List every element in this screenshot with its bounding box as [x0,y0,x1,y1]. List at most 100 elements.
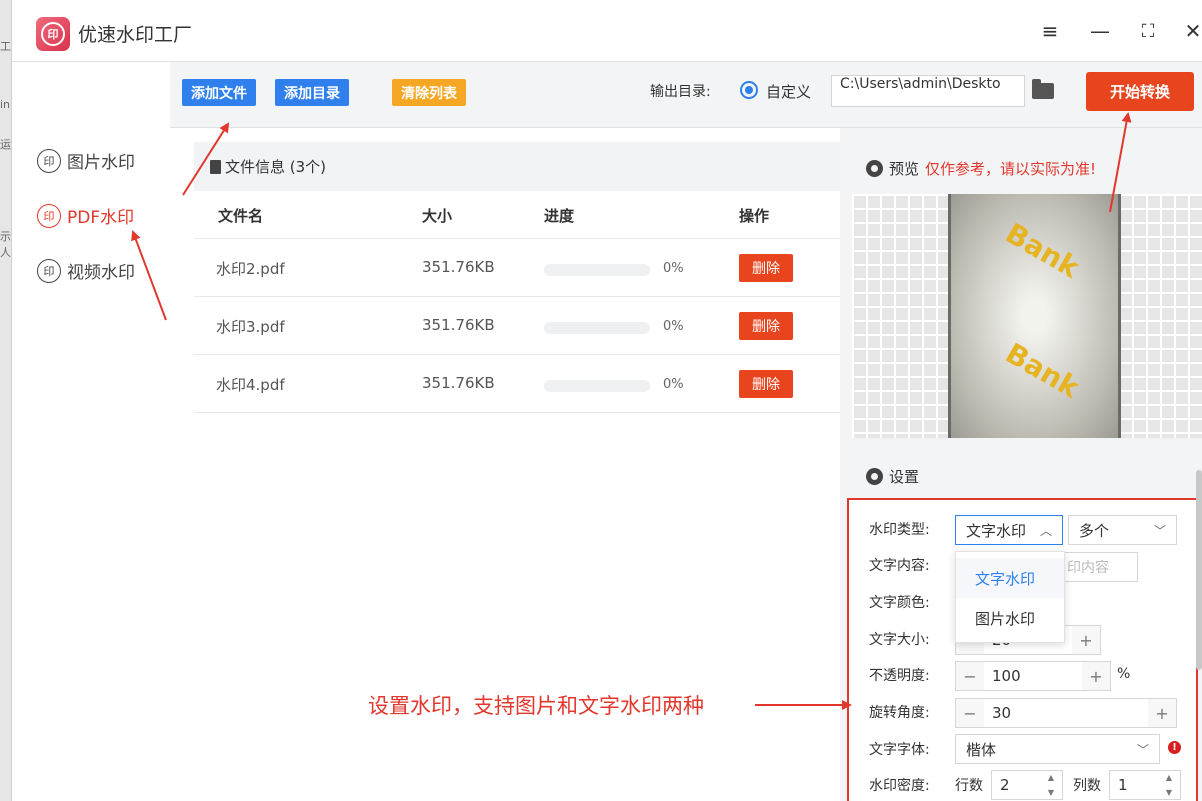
cols-label: 列数 [1073,778,1101,794]
text-content-input[interactable]: 印内容 [1060,552,1138,582]
watermark-count-select[interactable]: 多个 ﹀ [1068,515,1177,545]
chevron-down-icon: ﹀ [1136,743,1149,757]
sidebar: 印 图片水印 印 PDF水印 印 视频水印 [12,62,170,801]
background-window-strip: 工 in 运 示人 [0,0,12,801]
opacity-label: 不透明度: [869,668,930,684]
clear-list-button[interactable]: 清除列表 [392,79,466,106]
sidebar-item-image-watermark[interactable]: 印 图片水印 [37,148,135,173]
preview-document: Bank Bank [948,194,1121,438]
maximize-icon[interactable]: ⛶ [1135,18,1161,44]
rotation-value[interactable]: 30 [984,704,1148,722]
watermark-type-select[interactable]: 文字水印 ︿ [955,515,1063,545]
preview-title: 预览 [889,160,920,178]
cols-value[interactable]: 1 [1118,776,1128,794]
rows-input[interactable]: 2 ▲ ▼ [991,770,1063,800]
table-row: 水印2.pdf 351.76KB 0% 删除 [194,239,840,297]
column-header-size: 大小 [422,207,453,225]
delete-button[interactable]: 删除 [739,312,793,340]
toolbar: 添加文件 添加目录 清除列表 输出目录: 自定义 C:\Users\admin\… [170,62,1202,128]
watermark-sample: Bank [1000,337,1085,405]
progress-text: 0% [663,377,684,392]
scrollbar[interactable] [1196,470,1202,670]
background-text: 工 [0,40,11,53]
progress-bar [544,264,650,276]
column-header-action: 操作 [739,207,770,225]
progress-bar [544,322,650,334]
gear-icon [866,468,883,485]
preview-note: 仅作参考，请以实际为准! [925,160,1097,178]
output-directory-label: 输出目录: [650,84,711,100]
watermark-text: Bank [1000,216,1085,285]
column-header-filename: 文件名 [218,207,264,225]
rows-label: 行数 [955,778,983,794]
stamp-icon: 印 [37,203,61,228]
folder-icon[interactable] [1032,79,1054,99]
watermark-count-value: 多个 [1079,521,1110,540]
watermark-type-value: 文字水印 [966,521,1027,540]
font-label: 文字字体: [869,742,930,758]
add-file-button[interactable]: 添加文件 [182,79,256,106]
spinner-icon[interactable]: ▲ ▼ [1042,773,1060,797]
watermark-type-dropdown: 文字水印 图片水印 [955,551,1065,643]
preview-header: 预览 仅作参考，请以实际为准! [866,158,1096,179]
plus-icon[interactable]: + [1148,699,1176,727]
background-text: 运 [0,138,11,151]
watermark-text: Bank [1000,336,1085,405]
settings-header: 设置 [866,466,919,487]
sidebar-item-label: PDF水印 [67,208,135,228]
plus-icon[interactable]: + [1072,626,1100,654]
background-text: 示人 [0,230,11,259]
font-select[interactable]: 楷体 ﹀ [955,734,1160,764]
rows-value[interactable]: 2 [1000,776,1010,794]
dropdown-option-text[interactable]: 文字水印 [956,558,1064,598]
app-window: 工 in 运 示人 印 优速水印工厂 ≡ — ⛶ ✕ 印 图片水印 印 PDF水… [0,0,1202,801]
progress-text: 0% [663,319,684,334]
gear-icon [866,160,883,177]
output-path-input[interactable]: C:\Users\admin\Deskto [831,75,1025,107]
stamp-icon: 印 [41,22,65,46]
minus-icon[interactable]: − [956,699,984,727]
delete-button[interactable]: 删除 [739,370,793,398]
start-convert-button[interactable]: 开始转换 [1086,72,1194,111]
sidebar-item-video-watermark[interactable]: 印 视频水印 [37,258,135,283]
file-size: 351.76KB [422,374,495,392]
table-row: 水印4.pdf 351.76KB 0% 删除 [194,355,840,413]
watermark-type-label: 水印类型: [869,522,930,538]
settings-title: 设置 [889,468,920,486]
cols-input[interactable]: 1 ▲ ▼ [1109,770,1181,800]
opacity-unit: % [1117,666,1131,682]
file-name: 水印3.pdf [216,318,285,336]
custom-radio-label[interactable]: 自定义 [766,81,811,102]
progress-text: 0% [663,261,684,276]
custom-radio[interactable] [740,81,758,99]
sidebar-item-label: 视频水印 [67,263,135,283]
annotation-text: 设置水印，支持图片和文字水印两种 [368,694,704,718]
app-title: 优速水印工厂 [78,24,193,46]
sidebar-item-pdf-watermark[interactable]: 印 PDF水印 [37,203,134,228]
minimize-icon[interactable]: — [1087,18,1113,44]
app-logo: 印 [36,17,70,51]
opacity-stepper[interactable]: − 100 + [955,661,1111,691]
warning-icon: ! [1168,741,1181,754]
file-name: 水印2.pdf [216,260,285,278]
font-value: 楷体 [966,740,997,759]
close-icon[interactable]: ✕ [1180,18,1202,44]
file-info-header: 文件信息 (3个) [194,142,840,191]
dropdown-option-image[interactable]: 图片水印 [956,598,1064,638]
text-size-label: 文字大小: [869,632,930,648]
density-label: 水印密度: [869,778,930,794]
opacity-value[interactable]: 100 [984,667,1082,685]
menu-icon[interactable]: ≡ [1037,18,1063,44]
rotation-label: 旋转角度: [869,705,930,721]
text-content-label: 文字内容: [869,558,930,574]
add-directory-button[interactable]: 添加目录 [275,79,349,106]
delete-button[interactable]: 删除 [739,254,793,282]
title-bar: 印 优速水印工厂 ≡ — ⛶ ✕ [12,0,1202,62]
minus-icon[interactable]: − [956,662,984,690]
file-name: 水印4.pdf [216,376,285,394]
text-color-label: 文字颜色: [869,595,930,611]
spinner-icon[interactable]: ▲ ▼ [1160,773,1178,797]
watermark-sample: Bank [1000,217,1085,285]
rotation-stepper[interactable]: − 30 + [955,698,1177,728]
plus-icon[interactable]: + [1082,662,1110,690]
